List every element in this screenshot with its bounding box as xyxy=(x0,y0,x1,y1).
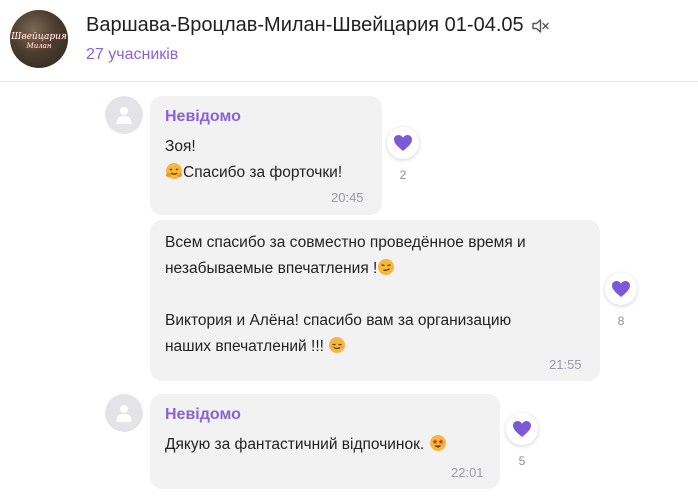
message-bubble[interactable]: Невідомо Зоя! Спасибо за форточки! 20:45 xyxy=(150,96,382,215)
message-text-line: Дякую за фантастичний відпочинок. xyxy=(165,432,447,461)
chat-title-row[interactable]: Варшава-Вроцлав-Милан-Швейцария 01-04.05 xyxy=(86,14,550,37)
avatar-caption: Милан xyxy=(26,42,52,50)
chat-avatar[interactable]: Швейцария Милан xyxy=(10,10,68,68)
purple-heart-icon xyxy=(612,281,630,297)
purple-heart-icon xyxy=(394,135,412,151)
message-text-line: Спасибо за форточки! xyxy=(165,160,342,189)
relieved-face-emoji-icon xyxy=(328,336,346,363)
message-text: Спасибо за форточки! xyxy=(183,164,343,181)
message-bubble[interactable]: Всем спасибо за совместно проведённое вр… xyxy=(150,220,600,381)
message-text: наших впечатлений !!! xyxy=(165,338,329,355)
purple-heart-icon xyxy=(513,421,531,437)
message-time: 21:55 xyxy=(549,357,582,372)
message-text-line: наших впечатлений !!! xyxy=(165,334,346,363)
avatar-caption: Швейцария xyxy=(11,32,67,42)
user-silhouette-icon xyxy=(116,405,132,422)
reaction-count: 8 xyxy=(617,314,625,328)
user-avatar[interactable] xyxy=(105,96,143,134)
user-avatar[interactable] xyxy=(105,394,143,432)
message-text-line: незабываемые впечатления ! xyxy=(165,256,395,285)
hugging-face-emoji-icon xyxy=(165,162,183,189)
message-text: Всем спасибо за совместно проведённое вр… xyxy=(165,234,526,251)
reaction-button[interactable] xyxy=(605,273,637,305)
members-count[interactable]: 27 учасників xyxy=(86,46,178,64)
reaction-button[interactable] xyxy=(506,413,538,445)
message-text: Виктория и Алёна! спасибо вам за организ… xyxy=(165,312,512,329)
reaction-count: 5 xyxy=(518,454,526,468)
chat-header: Швейцария Милан Варшава-Вроцлав-Милан-Шв… xyxy=(0,0,698,82)
message-list: Невідомо Зоя! Спасибо за форточки! 20:45… xyxy=(0,83,698,499)
message-time: 20:45 xyxy=(331,190,364,205)
chat-title: Варшава-Вроцлав-Милан-Швейцария 01-04.05 xyxy=(86,14,524,36)
sender-name[interactable]: Невідомо xyxy=(165,406,241,424)
message-text: Дякую за фантастичний відпочинок. xyxy=(165,436,429,453)
smirking-face-emoji-icon xyxy=(377,258,395,285)
star-struck-emoji-icon xyxy=(429,434,447,461)
muted-speaker-icon xyxy=(530,16,550,36)
user-silhouette-icon xyxy=(116,107,132,124)
reaction-button[interactable] xyxy=(387,127,419,159)
message-text: незабываемые впечатления ! xyxy=(165,260,378,277)
message-time: 22:01 xyxy=(451,465,484,480)
message-text: Зоя! xyxy=(165,138,196,155)
reaction-count: 2 xyxy=(399,168,407,182)
sender-name[interactable]: Невідомо xyxy=(165,108,241,126)
message-bubble[interactable]: Невідомо Дякую за фантастичний відпочино… xyxy=(150,394,500,489)
